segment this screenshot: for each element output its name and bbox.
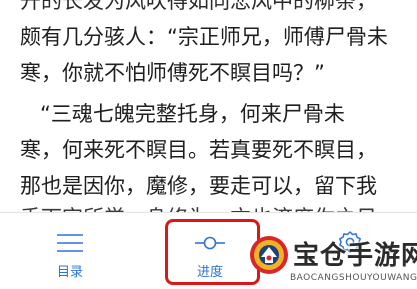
gear-icon — [334, 231, 366, 255]
text-line: 那也是因你，魔修，要走可以，留下我 — [20, 174, 377, 198]
text-line: 寒，何来死不瞑目。若真要死不瞑目， — [20, 138, 377, 162]
list-icon — [54, 231, 86, 255]
progress-label: 进度 — [196, 265, 223, 280]
catalog-label: 目录 — [56, 265, 83, 280]
reading-area[interactable]: 开的长发为风吹得如同悲风中的柳条， 颇有几分骇人：“宗正师兄，师傅尸骨未 寒，你… — [0, 0, 417, 212]
progress-button[interactable]: 进度 — [155, 213, 265, 289]
slider-progress-icon — [194, 231, 226, 255]
text-line: 颇有几分骇人：“宗正师兄，师傅尸骨未 — [20, 25, 388, 49]
text-line: 寒，你就不怕师傅死不瞑目吗？” — [20, 61, 325, 85]
settings-button[interactable] — [295, 213, 405, 289]
reader-screen: 开的长发为风吹得如同悲风中的柳条， 颇有几分骇人：“宗正师兄，师傅尸骨未 寒，你… — [0, 0, 417, 289]
bottom-toolbar: 目录 进度 — [0, 212, 417, 289]
text-line: 手下字所学一身修为，方也济度你之日 — [20, 203, 377, 212]
catalog-button[interactable]: 目录 — [15, 213, 125, 289]
text-line: 开的长发为风吹得如同悲风中的柳条， — [20, 0, 377, 13]
text-line: “三魂七魄完整托身，何来尸骨未 — [40, 102, 345, 126]
